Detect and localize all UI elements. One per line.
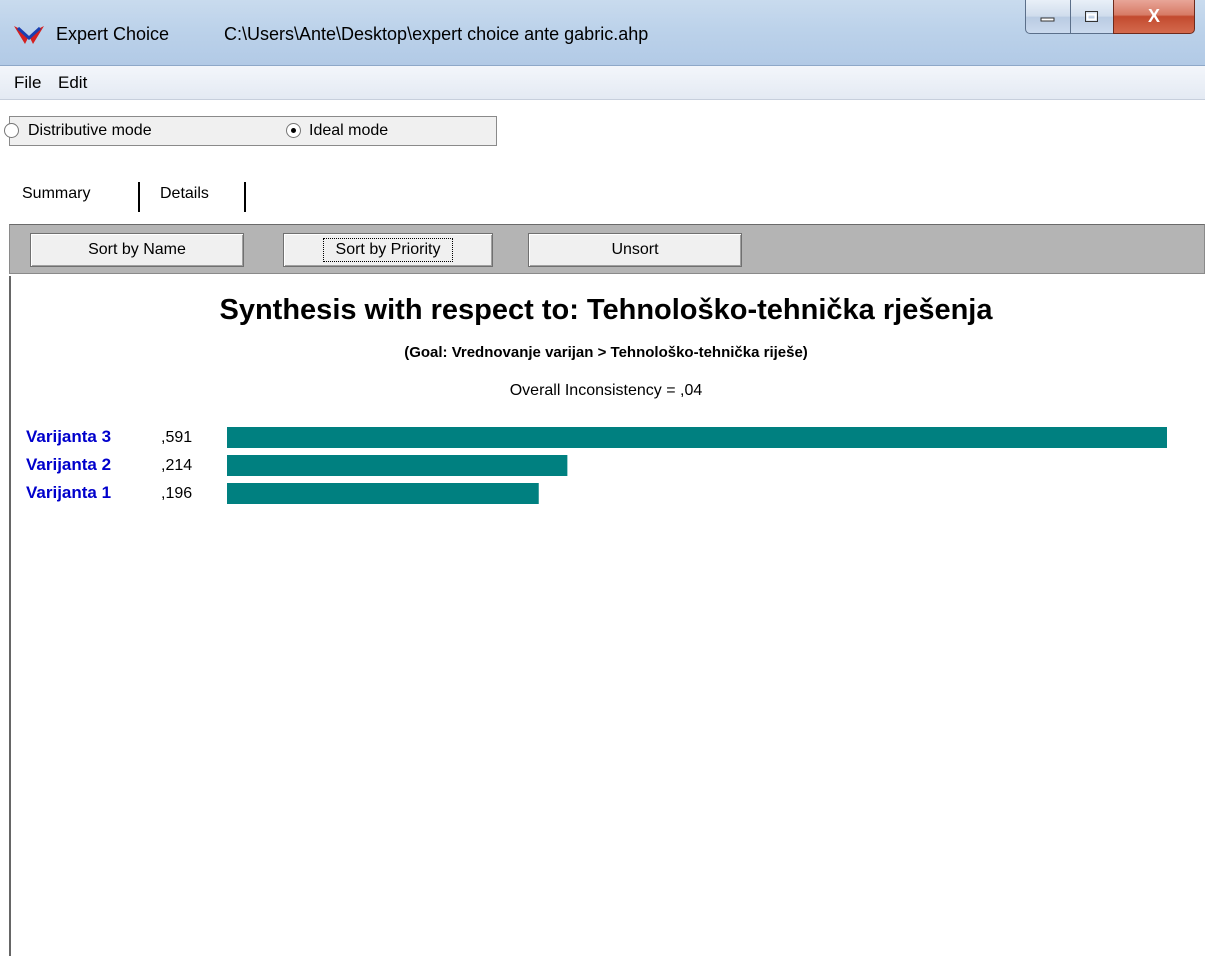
chart-title: Synthesis with respect to: Tehnološko-te… [219, 294, 993, 326]
tab-divider [138, 182, 140, 212]
maximize-icon [1085, 10, 1098, 22]
sort-by-name-button[interactable]: Sort by Name [30, 233, 244, 267]
sort-toolbar: Sort by Name Sort by Priority Unsort [9, 224, 1205, 274]
priority-bar [227, 455, 568, 476]
priority-bar [227, 483, 539, 504]
minimize-icon [1040, 17, 1055, 21]
bar-value-label: ,214 [161, 457, 192, 474]
sort-by-priority-label: Sort by Priority [322, 238, 454, 262]
tab-divider [244, 182, 246, 212]
menu-edit[interactable]: Edit [58, 73, 87, 93]
distributive-mode-label[interactable]: Distributive mode [28, 122, 152, 140]
menu-bar: File Edit [0, 66, 1205, 100]
window-title-app: Expert Choice [56, 24, 170, 44]
close-button[interactable]: X [1113, 0, 1195, 34]
bar-category-label: Varijanta 1 [26, 483, 111, 502]
bar-category-label: Varijanta 3 [26, 427, 111, 446]
title-bar: Expert Choice C:\Users\Ante\Desktop\expe… [0, 0, 1205, 66]
mode-radio-group: Distributive mode Ideal mode [4, 116, 497, 146]
synthesis-chart-area: Synthesis with respect to: Tehnološko-te… [9, 276, 1205, 956]
radio-selected-dot [291, 128, 296, 133]
window-title-path: C:\Users\Ante\Desktop\expert choice ante… [224, 24, 649, 44]
sort-by-priority-button[interactable]: Sort by Priority [283, 233, 493, 267]
menu-file[interactable]: File [14, 73, 41, 93]
chart-subtitle: (Goal: Vrednovanje varijan > Tehnološko-… [404, 344, 808, 361]
maximize-button[interactable] [1070, 0, 1114, 34]
expert-choice-logo-icon [14, 26, 44, 44]
bar-value-label: ,591 [161, 429, 192, 446]
close-icon: X [1147, 6, 1160, 26]
ideal-mode-radio[interactable] [286, 123, 301, 138]
priority-bar [227, 427, 1167, 448]
bar-category-label: Varijanta 2 [26, 455, 111, 474]
bar-value-label: ,196 [161, 485, 192, 502]
tab-summary[interactable]: Summary [22, 185, 90, 203]
minimize-button[interactable] [1025, 0, 1071, 34]
distributive-mode-radio[interactable] [4, 123, 19, 138]
overall-inconsistency: Overall Inconsistency = ,04 [509, 382, 703, 399]
unsort-button[interactable]: Unsort [528, 233, 742, 267]
priority-bar-chart: Varijanta 3 ,591 Varijanta 2 ,214 Varijanta … [26, 427, 1167, 504]
tab-details[interactable]: Details [160, 185, 209, 203]
ideal-mode-label[interactable]: Ideal mode [309, 122, 388, 140]
tab-strip: Summary Details [0, 178, 1205, 226]
